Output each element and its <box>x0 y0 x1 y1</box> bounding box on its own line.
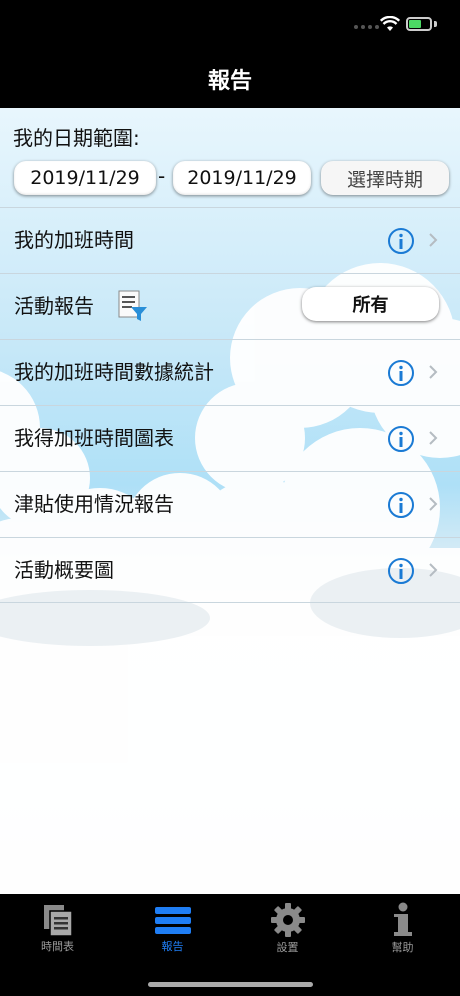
list-item-label: 我的加班時間 <box>14 228 134 252</box>
tab-timesheet[interactable]: 時間表 <box>0 894 115 954</box>
info-icon[interactable] <box>387 557 415 585</box>
activity-filter-button[interactable]: 所有 <box>302 287 439 321</box>
battery-icon <box>406 17 432 31</box>
timesheet-icon <box>38 902 78 937</box>
list-item-overtime-statistics[interactable]: 我的加班時間數據統計 <box>0 339 460 405</box>
home-indicator <box>148 982 313 987</box>
wifi-icon <box>380 16 400 31</box>
chevron-right-icon <box>429 431 438 445</box>
chevron-right-icon <box>429 497 438 511</box>
end-date-field[interactable]: 2019/11/29 <box>173 161 311 195</box>
info-icon[interactable] <box>387 491 415 519</box>
tab-label: 幫助 <box>391 941 414 954</box>
list-item-overtime-chart[interactable]: 我得加班時間圖表 <box>0 405 460 471</box>
info-icon[interactable] <box>387 425 415 453</box>
date-range-label: 我的日期範圍: <box>13 126 140 150</box>
chevron-right-icon <box>429 365 438 379</box>
list-item-label: 津貼使用情況報告 <box>14 492 174 516</box>
list-item-label: 我得加班時間圖表 <box>14 426 174 450</box>
tab-label: 報告 <box>161 940 184 953</box>
date-separator: - <box>158 164 166 188</box>
list-item-label: 活動概要圖 <box>14 558 114 582</box>
report-filter-icon <box>118 290 147 321</box>
list-item-label: 我的加班時間數據統計 <box>14 360 214 384</box>
tab-label: 設置 <box>276 941 299 954</box>
tab-bar: 時間表 報告 設置 幫助 <box>0 894 460 996</box>
list-item-activity-report[interactable]: 活動報告 所有 <box>0 273 460 339</box>
chevron-right-icon <box>429 563 438 577</box>
gear-icon <box>268 902 308 938</box>
select-period-button[interactable]: 選擇時期 <box>321 161 449 195</box>
info-i-icon <box>383 902 423 938</box>
info-icon[interactable] <box>387 227 415 255</box>
list-item-activity-summary[interactable]: 活動概要圖 <box>0 537 460 603</box>
info-icon[interactable] <box>387 359 415 387</box>
list-item-allowance-report[interactable]: 津貼使用情況報告 <box>0 471 460 537</box>
chevron-right-icon <box>429 233 438 247</box>
report-list: 我的加班時間 活動報告 所有 我的加班時間數據統計 我得加班時間圖表 津貼使用情… <box>0 207 460 603</box>
nav-bar: 報告 <box>0 50 460 108</box>
page-title: 報告 <box>207 69 252 94</box>
list-item-label: 活動報告 <box>14 294 94 318</box>
list-item-my-overtime[interactable]: 我的加班時間 <box>0 207 460 273</box>
tab-settings[interactable]: 設置 <box>230 894 345 954</box>
tab-label: 時間表 <box>41 940 74 953</box>
report-content: 我的日期範圍: 2019/11/29 - 2019/11/29 選擇時期 我的加… <box>0 108 460 894</box>
report-icon <box>153 902 193 937</box>
tab-report[interactable]: 報告 <box>115 894 230 954</box>
start-date-field[interactable]: 2019/11/29 <box>14 161 156 195</box>
status-bar <box>0 0 460 50</box>
cellular-signal-icon <box>354 25 379 29</box>
tab-help[interactable]: 幫助 <box>345 894 460 954</box>
date-range-section: 我的日期範圍: 2019/11/29 - 2019/11/29 選擇時期 <box>0 108 460 208</box>
